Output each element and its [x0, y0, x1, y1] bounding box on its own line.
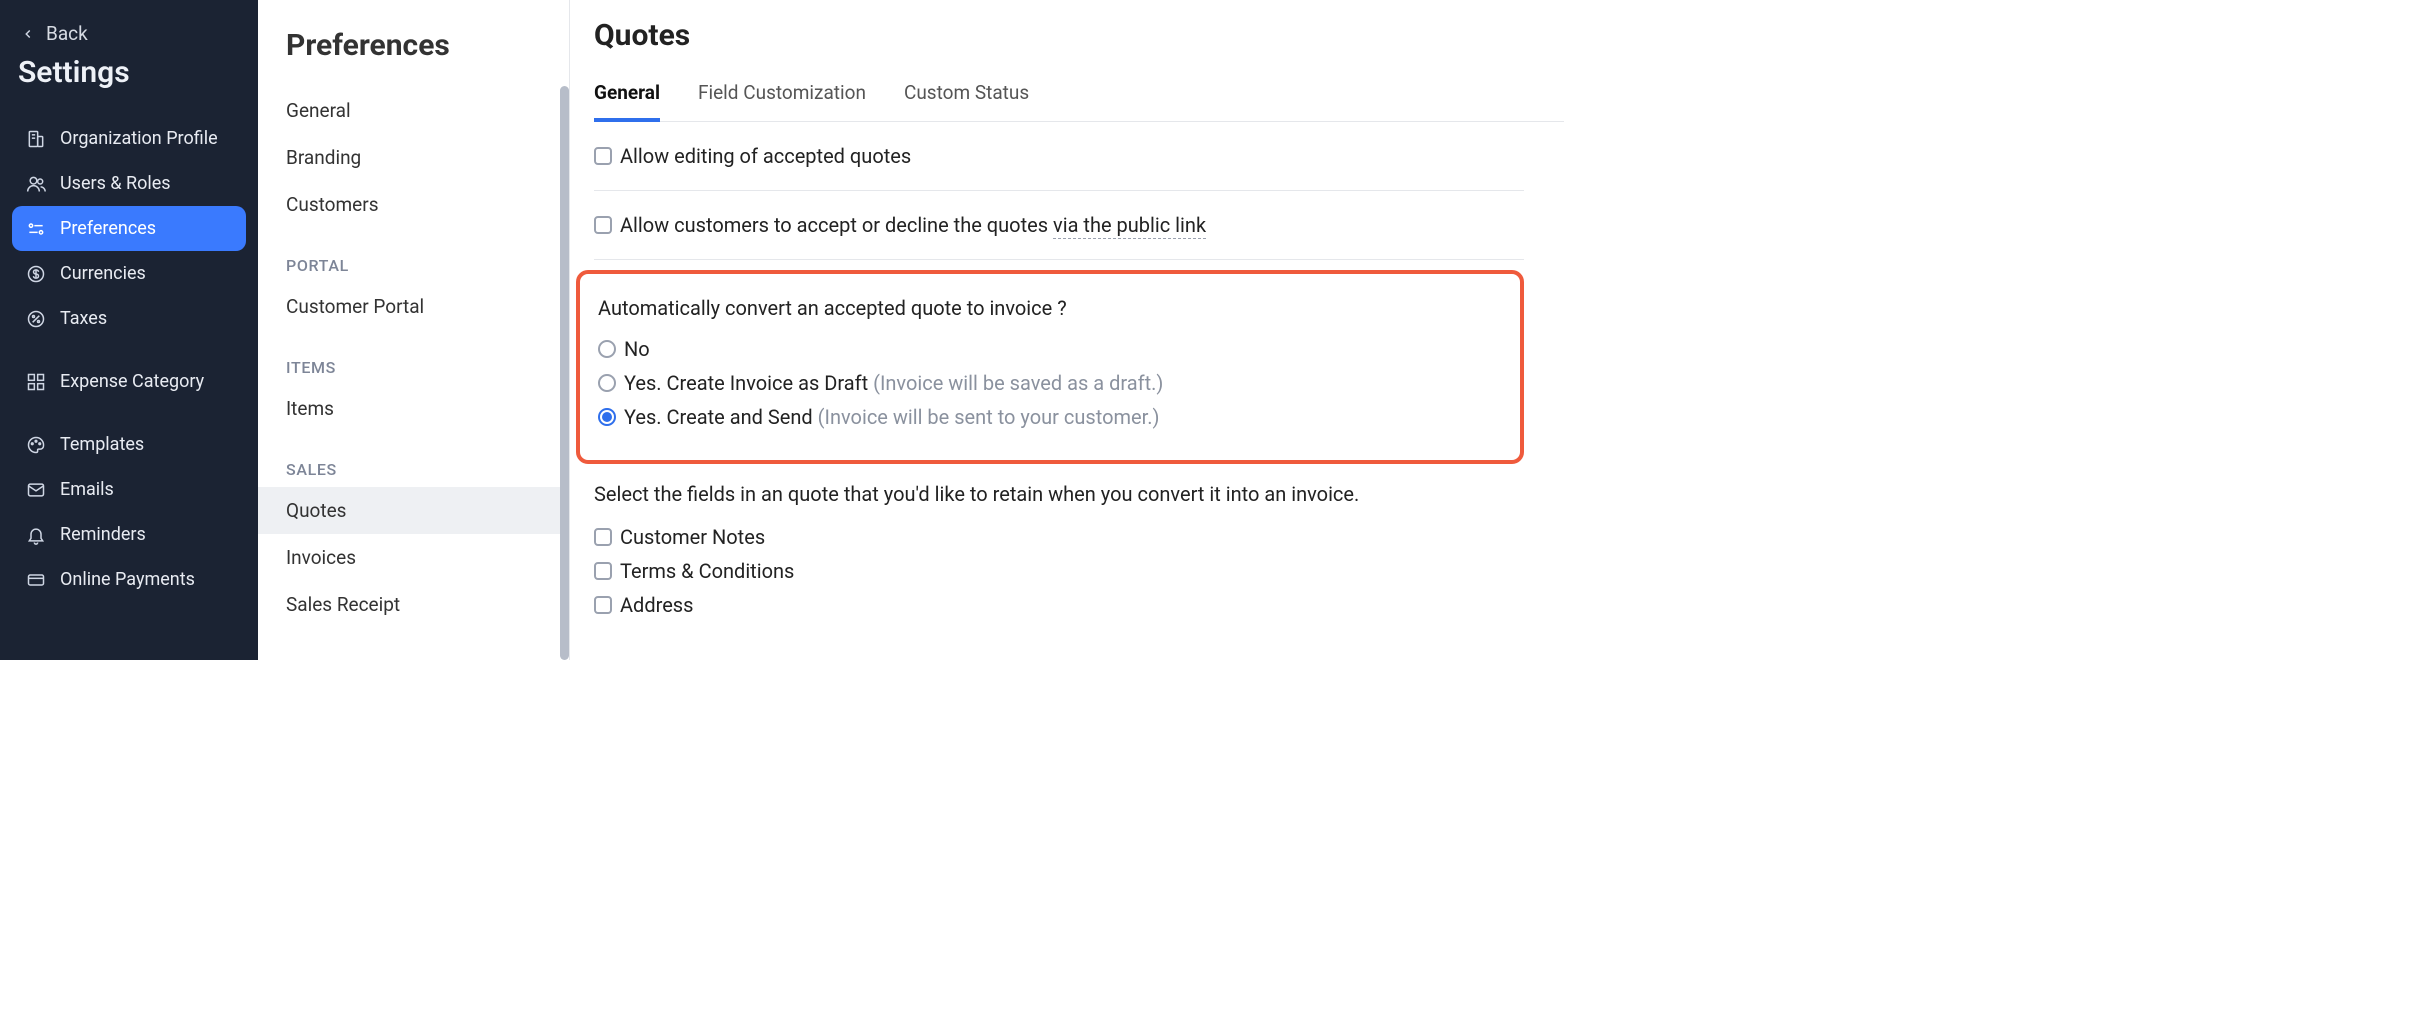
retain-terms[interactable]: Terms & Conditions	[594, 554, 1524, 588]
public-link-hint: via the public link	[1053, 213, 1206, 239]
palette-icon	[26, 435, 46, 455]
checkbox[interactable]	[594, 216, 612, 234]
sidebar-item-users-roles[interactable]: Users & Roles	[12, 161, 246, 206]
pref-item-customer-portal[interactable]: Customer Portal	[258, 283, 569, 330]
preferences-title: Preferences	[258, 18, 569, 87]
tab-custom-status[interactable]: Custom Status	[904, 81, 1029, 121]
sidebar-item-label: Taxes	[60, 308, 107, 329]
checkbox[interactable]	[594, 528, 612, 546]
pref-item-quotes[interactable]: Quotes	[258, 487, 569, 534]
retain-customer-notes[interactable]: Customer Notes	[594, 520, 1524, 554]
sidebar-item-templates[interactable]: Templates	[12, 422, 246, 467]
settings-title: Settings	[18, 55, 246, 90]
mail-icon	[26, 480, 46, 500]
radio-option-no[interactable]: No	[598, 332, 1504, 366]
pref-heading-portal: PORTAL	[258, 228, 569, 283]
sidebar-item-taxes[interactable]: Taxes	[12, 296, 246, 341]
option-accept-decline[interactable]: Allow customers to accept or decline the…	[594, 213, 1524, 237]
bell-icon	[26, 525, 46, 545]
scrollbar[interactable]	[560, 86, 569, 660]
pref-item-branding[interactable]: Branding	[258, 134, 569, 181]
preferences-sidebar: Preferences General Branding Customers P…	[258, 0, 570, 660]
grid-icon	[26, 372, 46, 392]
auto-convert-question: Automatically convert an accepted quote …	[598, 296, 1504, 320]
sidebar-item-label: Reminders	[60, 524, 146, 545]
checkbox[interactable]	[594, 596, 612, 614]
building-icon	[26, 129, 46, 149]
percent-icon	[26, 309, 46, 329]
tabs: General Field Customization Custom Statu…	[594, 81, 1564, 122]
option-label: Allow customers to accept or decline the…	[620, 213, 1206, 237]
checkbox[interactable]	[594, 147, 612, 165]
dollar-icon	[26, 264, 46, 284]
tab-field-customization[interactable]: Field Customization	[698, 81, 866, 121]
sidebar-item-label: Users & Roles	[60, 173, 171, 194]
pref-item-items[interactable]: Items	[258, 385, 569, 432]
retain-fields-section: Select the fields in an quote that you'd…	[594, 482, 1524, 644]
radio-option-send[interactable]: Yes. Create and Send (Invoice will be se…	[598, 400, 1504, 434]
pref-heading-items: ITEMS	[258, 330, 569, 385]
radio[interactable]	[598, 408, 616, 426]
back-label: Back	[46, 22, 88, 45]
pref-item-general[interactable]: General	[258, 87, 569, 134]
sidebar-item-label: Organization Profile	[60, 128, 218, 149]
checkbox[interactable]	[594, 562, 612, 580]
sidebar-item-online-payments[interactable]: Online Payments	[12, 557, 246, 602]
pref-heading-sales: SALES	[258, 432, 569, 487]
sidebar-item-currencies[interactable]: Currencies	[12, 251, 246, 296]
pref-item-invoices[interactable]: Invoices	[258, 534, 569, 581]
users-icon	[26, 174, 46, 194]
sidebar-item-label: Templates	[60, 434, 144, 455]
option-label: Customer Notes	[620, 525, 765, 549]
radio-label: No	[624, 337, 650, 361]
main-content: Quotes General Field Customization Custo…	[570, 0, 1564, 660]
sidebar-item-label: Currencies	[60, 263, 146, 284]
settings-sidebar: Back Settings Organization Profile Users…	[0, 0, 258, 660]
pref-item-customers[interactable]: Customers	[258, 181, 569, 228]
radio-label: Yes. Create Invoice as Draft (Invoice wi…	[624, 371, 1163, 395]
sidebar-item-label: Emails	[60, 479, 114, 500]
sidebar-item-label: Online Payments	[60, 569, 195, 590]
page-title: Quotes	[594, 18, 1564, 53]
sliders-icon	[26, 219, 46, 239]
option-label: Allow editing of accepted quotes	[620, 144, 911, 168]
retain-fields-title: Select the fields in an quote that you'd…	[594, 482, 1524, 506]
radio-option-draft[interactable]: Yes. Create Invoice as Draft (Invoice wi…	[598, 366, 1504, 400]
credit-card-icon	[26, 570, 46, 590]
radio[interactable]	[598, 340, 616, 358]
sidebar-item-reminders[interactable]: Reminders	[12, 512, 246, 557]
sidebar-item-preferences[interactable]: Preferences	[12, 206, 246, 251]
pref-item-sales-receipt[interactable]: Sales Receipt	[258, 581, 569, 628]
sidebar-item-label: Preferences	[60, 218, 156, 239]
sidebar-item-expense-category[interactable]: Expense Category	[12, 359, 246, 404]
retain-address[interactable]: Address	[594, 588, 1524, 622]
option-label: Terms & Conditions	[620, 559, 794, 583]
option-label: Address	[620, 593, 693, 617]
sidebar-item-org-profile[interactable]: Organization Profile	[12, 116, 246, 161]
sidebar-item-label: Expense Category	[60, 371, 204, 392]
tab-general[interactable]: General	[594, 81, 660, 122]
radio-label: Yes. Create and Send (Invoice will be se…	[624, 405, 1159, 429]
back-button[interactable]: Back	[12, 22, 246, 45]
option-allow-editing[interactable]: Allow editing of accepted quotes	[594, 144, 1524, 168]
sidebar-item-emails[interactable]: Emails	[12, 467, 246, 512]
radio[interactable]	[598, 374, 616, 392]
chevron-left-icon	[18, 24, 38, 44]
auto-convert-highlight: Automatically convert an accepted quote …	[576, 270, 1524, 464]
